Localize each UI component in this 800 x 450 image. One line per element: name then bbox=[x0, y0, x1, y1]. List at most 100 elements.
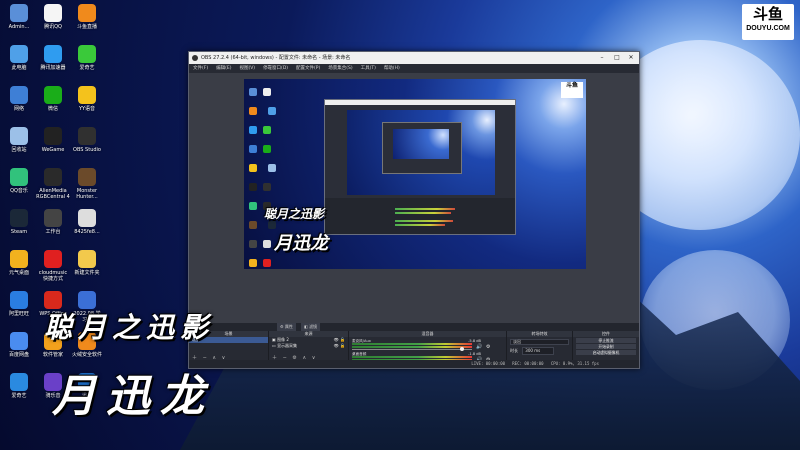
desktop-app-icon bbox=[44, 209, 62, 227]
filters-button[interactable]: ◧ 滤镜 bbox=[301, 323, 321, 331]
yy-icon bbox=[78, 86, 96, 104]
desktop-icon-label: YY语音 bbox=[78, 106, 96, 112]
preview-douyu-logo: 斗鱼 bbox=[561, 82, 583, 98]
desktop-icon-label: 斗鱼直播 bbox=[76, 24, 97, 30]
preview-overlay-line1: 聪月之迅影 bbox=[264, 207, 325, 221]
menu-help[interactable]: 帮助(H) bbox=[384, 64, 400, 73]
desktop-icon[interactable]: cloudmusic 快捷方式 bbox=[36, 250, 70, 282]
desktop-icon-label: Admin... bbox=[8, 24, 30, 30]
obs-preview-area[interactable]: 斗鱼 聪月之迅影 月迅龙 bbox=[189, 73, 639, 323]
overlay-text-line1: 聪月之迅影 bbox=[44, 311, 215, 344]
desktop-icon[interactable]: 此电脑 bbox=[2, 45, 36, 71]
desktop-icon[interactable]: 新建文件夹 bbox=[70, 250, 104, 276]
wangwang-icon bbox=[10, 291, 28, 309]
mic-volume-knob[interactable] bbox=[460, 347, 464, 351]
pc-icon bbox=[10, 45, 28, 63]
desktop-icon[interactable]: Admin... bbox=[2, 4, 36, 30]
desktop-icon-label: 百度网盘 bbox=[8, 352, 29, 358]
close-icon[interactable]: ✕ bbox=[624, 52, 638, 64]
maximize-icon[interactable]: □ bbox=[610, 52, 624, 64]
desktop-icon[interactable]: AlienMedia RGBCentral 4 bbox=[36, 168, 70, 200]
desktop-icon-label: 此电脑 bbox=[11, 65, 27, 71]
mixer-channel-mic: 麦克风/Aux -5.8 dB 🔊 ⚙ bbox=[352, 339, 503, 351]
speaker-icon[interactable]: 🔊 bbox=[476, 344, 482, 350]
duration-input[interactable]: 300 ms bbox=[522, 347, 555, 355]
preview-overlay-line2: 月迅龙 bbox=[274, 233, 328, 254]
transitions-header: 转场特效 bbox=[507, 331, 572, 337]
desktop-icon[interactable]: 阿里旺旺 bbox=[2, 291, 36, 317]
obs-app-icon bbox=[192, 55, 198, 61]
desktop-icon[interactable]: YY语音 bbox=[70, 86, 104, 112]
desktop-icon[interactable]: 元气桌面 bbox=[2, 250, 36, 276]
properties-button[interactable]: ⚙ 属性 bbox=[277, 323, 296, 331]
desktop-icon[interactable]: WeGame bbox=[36, 127, 70, 153]
desktop-icon-label: Monster Hunter... bbox=[76, 188, 98, 200]
douyu-app-icon bbox=[78, 4, 96, 22]
desktop-icon[interactable]: 爱奇艺 bbox=[2, 373, 36, 399]
controls-header: 控件 bbox=[573, 331, 639, 337]
obs-titlebar[interactable]: OBS 27.2.4 (64-bit, windows) - 配置文件: 未命名… bbox=[189, 52, 639, 64]
live-status: LIVE: 00:00:00 bbox=[471, 361, 506, 366]
desktop-icon[interactable]: 8425fe8... bbox=[70, 209, 104, 235]
menu-docks[interactable]: 停靠窗口(D) bbox=[263, 64, 288, 73]
obs-docks: 场景 场景 ＋ − ∧ ∨ 来源 ▣ 图像 2 👁 🔓 ▭ 显示器采集 👁 🔓 ＋ … bbox=[189, 331, 639, 364]
recycle-bin-icon bbox=[10, 127, 28, 145]
desktop-icon-label: WeGame bbox=[41, 147, 65, 153]
mic-volume-slider[interactable] bbox=[352, 349, 472, 350]
netease-music-icon bbox=[44, 250, 62, 268]
obs-icon bbox=[78, 127, 96, 145]
yuanqi-icon bbox=[10, 250, 28, 268]
menu-tools[interactable]: 工具(T) bbox=[361, 64, 376, 73]
iqiyi-icon bbox=[78, 45, 96, 63]
minimize-icon[interactable]: – bbox=[595, 52, 609, 64]
desktop-icon[interactable]: 百度网盘 bbox=[2, 332, 36, 358]
virtual-camera-button[interactable]: 启动虚拟摄像机 bbox=[576, 350, 636, 355]
desktop-icon[interactable]: Steam bbox=[2, 209, 36, 235]
overlay-text-line2: 月迅龙 bbox=[52, 371, 214, 422]
desktop-icon[interactable]: OBS Studio bbox=[70, 127, 104, 153]
menu-file[interactable]: 文件(F) bbox=[193, 64, 208, 73]
desktop-icon[interactable]: Monster Hunter... bbox=[70, 168, 104, 200]
desktop-icon-label: Steam bbox=[10, 229, 28, 235]
desktop-icon[interactable]: 微信 bbox=[36, 86, 70, 112]
app-icon bbox=[10, 373, 28, 391]
desktop-icon[interactable]: 网络 bbox=[2, 86, 36, 112]
obs-title: OBS 27.2.4 (64-bit, windows) - 配置文件: 未命名… bbox=[201, 55, 351, 61]
menu-edit[interactable]: 编辑(E) bbox=[216, 64, 231, 73]
baidu-netdisk-icon bbox=[10, 332, 28, 350]
stop-streaming-button[interactable]: 停止推流 bbox=[576, 338, 636, 343]
preview-canvas[interactable]: 斗鱼 聪月之迅影 月迅龙 bbox=[244, 79, 586, 269]
desktop-icon[interactable]: QQ音乐 bbox=[2, 168, 36, 194]
desktop-icon[interactable]: 爱奇艺 bbox=[70, 45, 104, 71]
desktop-icon[interactable]: 回收站 bbox=[2, 127, 36, 153]
wegame-icon bbox=[44, 127, 62, 145]
start-recording-button[interactable]: 开始录制 bbox=[576, 344, 636, 349]
transition-select[interactable]: 淡出 bbox=[510, 339, 569, 345]
obs-window[interactable]: OBS 27.2.4 (64-bit, windows) - 配置文件: 未命名… bbox=[188, 51, 640, 369]
desktop-icon-label: 火绒安全软件 bbox=[71, 352, 102, 358]
qqmusic-icon bbox=[10, 168, 28, 186]
desktop-icon[interactable]: 腾讯加速器 bbox=[36, 45, 70, 71]
menu-scene-collection[interactable]: 场景集合(S) bbox=[328, 64, 352, 73]
desktop-icon[interactable]: 斗鱼直播 bbox=[70, 4, 104, 30]
menu-view[interactable]: 视图(V) bbox=[239, 64, 255, 73]
desktop-icon[interactable]: 工作台 bbox=[36, 209, 70, 235]
gear-icon[interactable]: ⚙ bbox=[486, 344, 490, 350]
desktop-icon-label: 元气桌面 bbox=[8, 270, 29, 276]
nested-obs-window bbox=[324, 99, 516, 235]
duration-label: 时长 bbox=[510, 348, 518, 353]
desktop-icon-label: 软件管家 bbox=[42, 352, 63, 358]
mixer-header: 混音器 bbox=[349, 331, 506, 337]
source-item[interactable]: ▭ 显示器采集 👁 🔓 bbox=[269, 343, 348, 349]
desktop-icon-label: 8425fe8... bbox=[74, 229, 100, 235]
controls-panel: 控件 停止推流 开始录制 启动虚拟摄像机 bbox=[573, 331, 639, 361]
network-icon bbox=[10, 86, 28, 104]
file-icon bbox=[78, 209, 96, 227]
transitions-panel: 转场特效 淡出 时长 300 ms bbox=[507, 331, 573, 361]
desktop-icon-label: 新建文件夹 bbox=[74, 270, 100, 276]
desktop-icon[interactable]: 腾讯QQ bbox=[36, 4, 70, 30]
sources-panel[interactable]: 来源 ▣ 图像 2 👁 🔓 ▭ 显示器采集 👁 🔓 ＋ − ⚙ ∧ ∨ bbox=[269, 331, 349, 361]
menu-profile[interactable]: 配置文件(P) bbox=[296, 64, 320, 73]
desktop-icon-label: 网络 bbox=[13, 106, 24, 112]
desktop-icon-label: OBS Studio bbox=[73, 147, 101, 153]
